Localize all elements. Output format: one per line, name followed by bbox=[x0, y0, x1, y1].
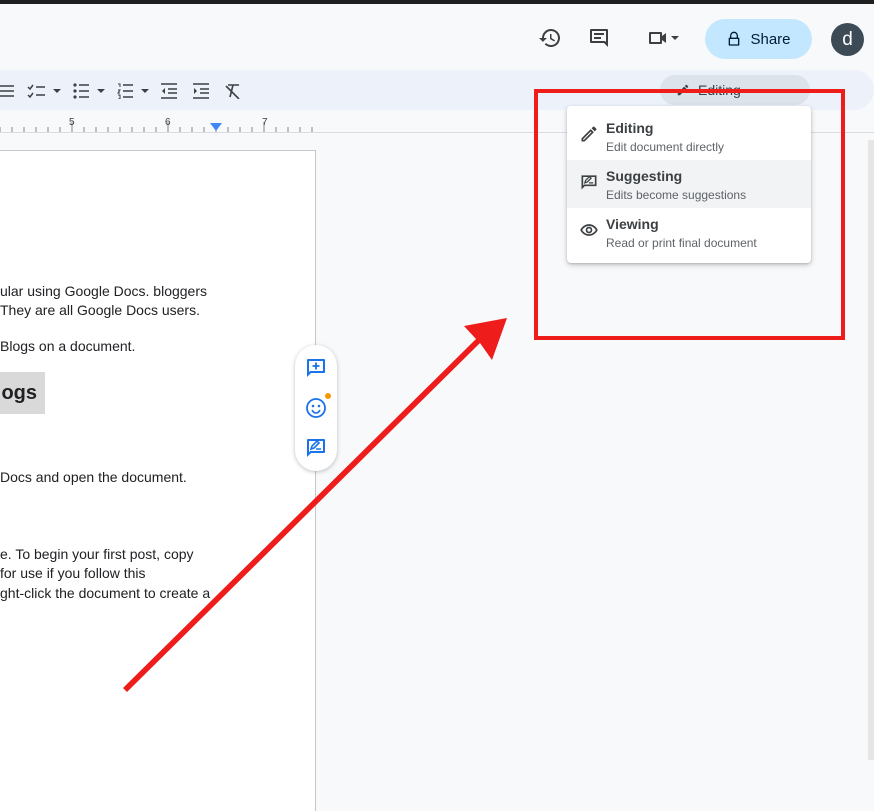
annotation-arrow bbox=[123, 318, 507, 692]
vertical-scrollbar[interactable] bbox=[868, 140, 874, 760]
